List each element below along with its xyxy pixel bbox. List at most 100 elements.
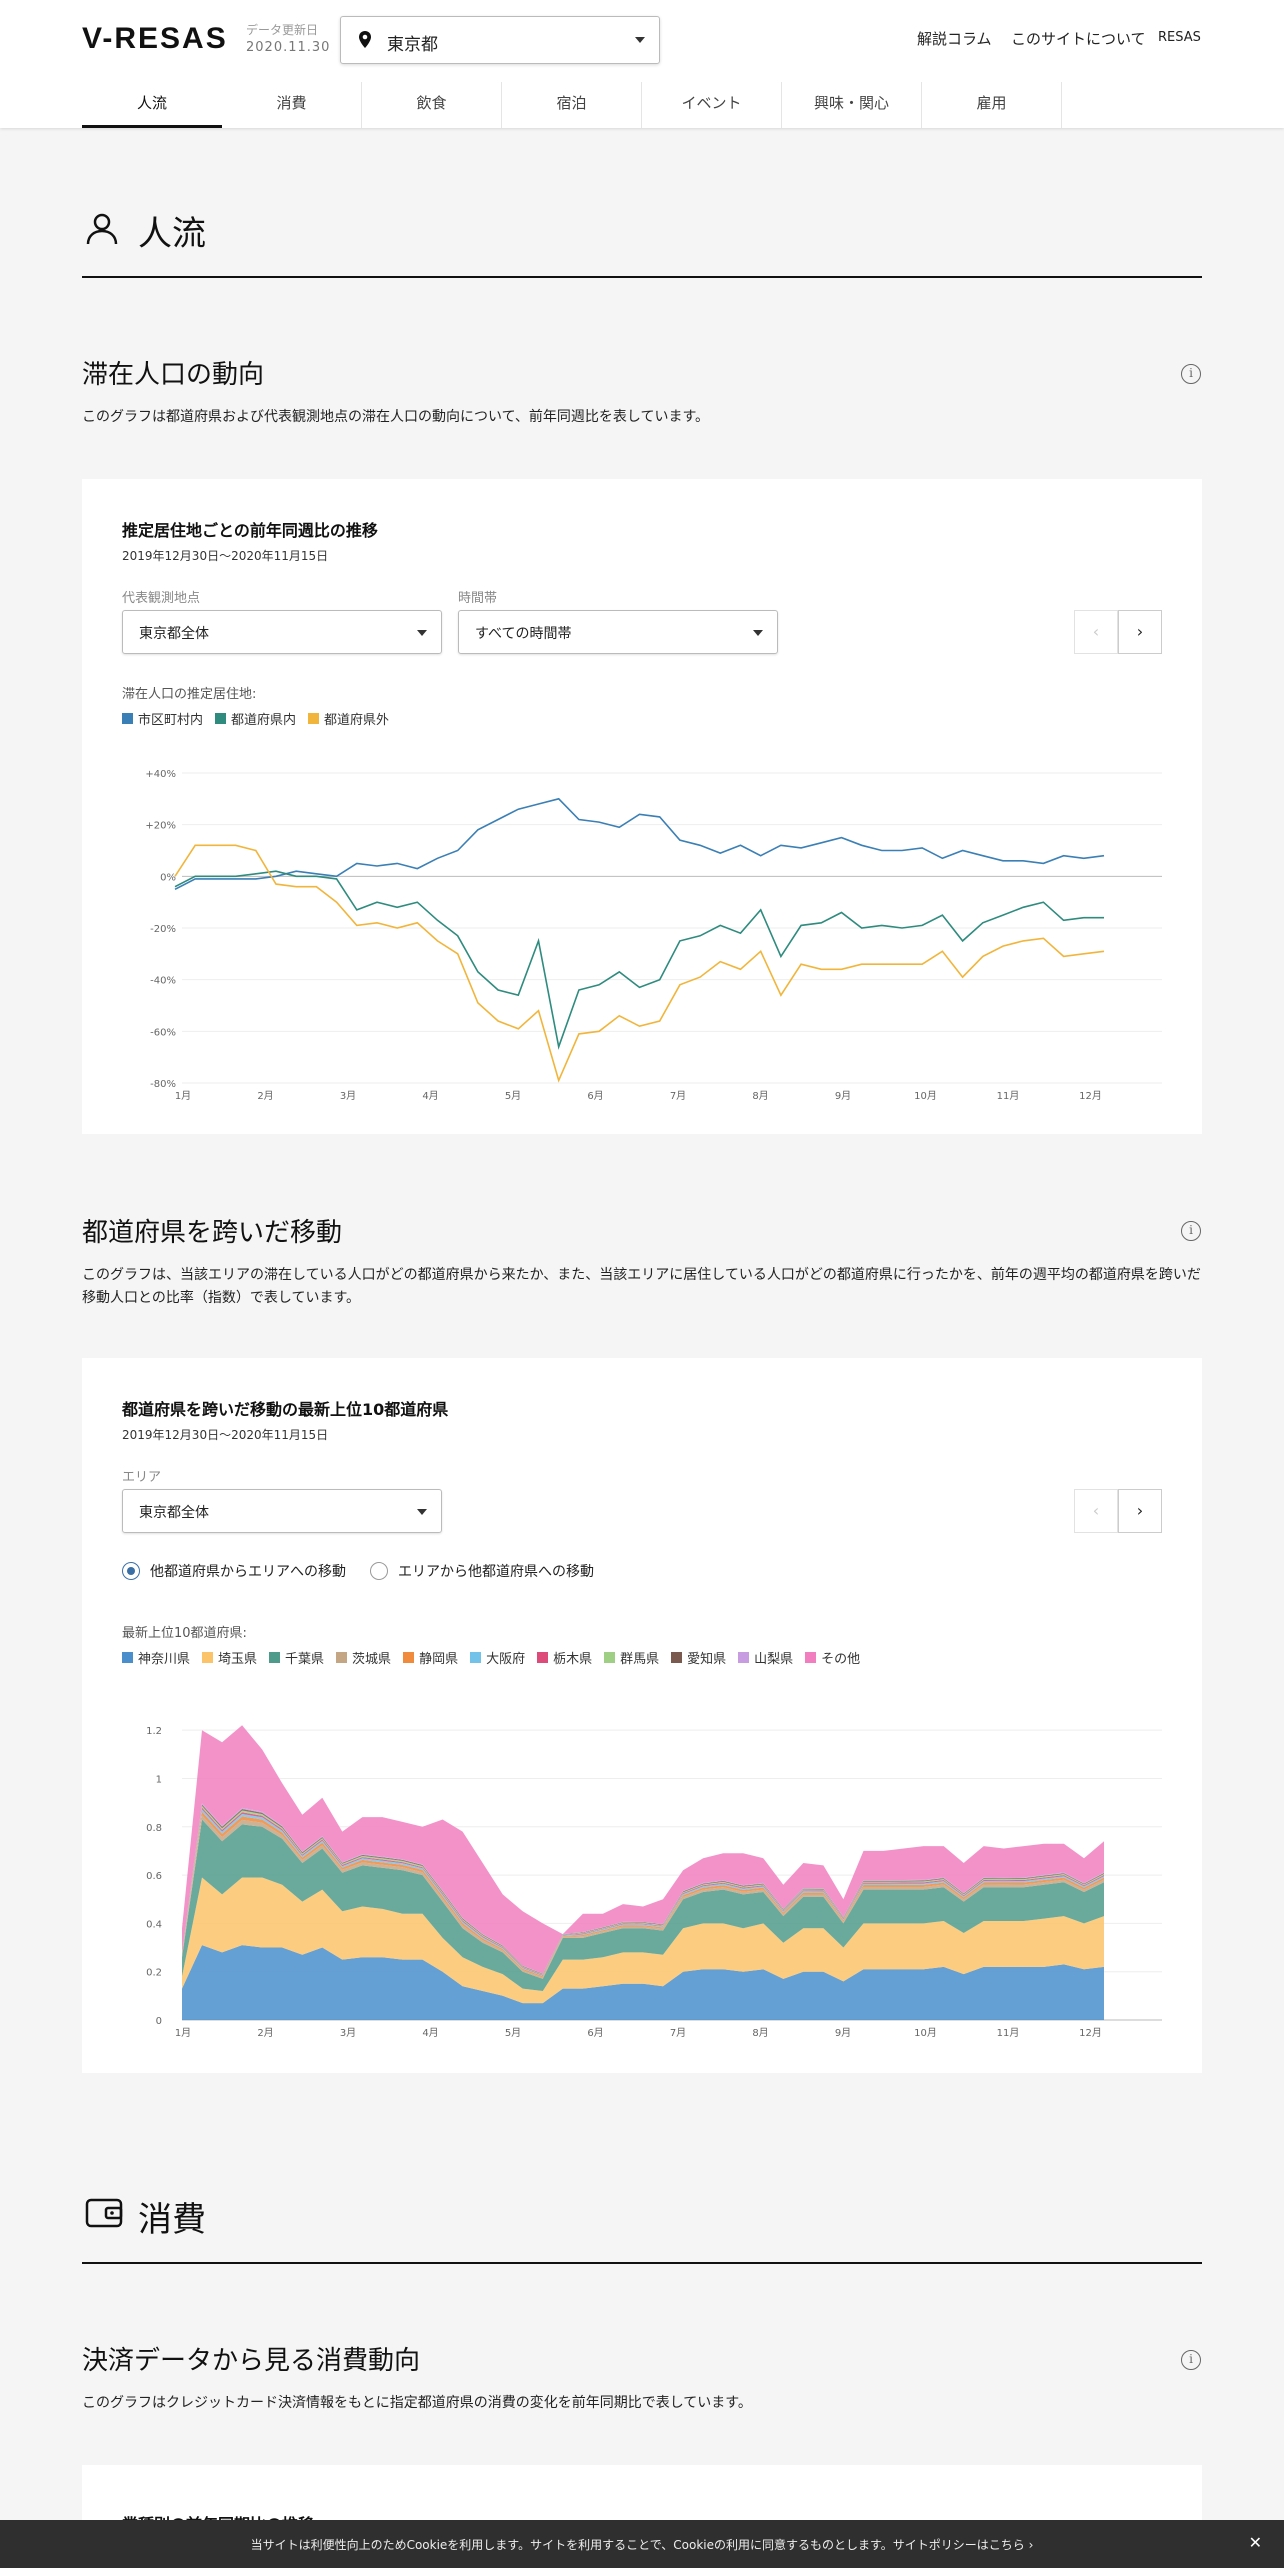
legend-swatch [336,1652,348,1663]
period-nav: ‹ › [1074,610,1162,654]
select-value: すべての時間帯 [475,626,572,642]
legend-label: 神奈川県 [138,1652,191,1667]
tab-lodging[interactable]: 宿泊 [502,82,642,128]
time-band-select[interactable]: すべての時間帯 [458,610,778,654]
legend-swatch [805,1652,817,1663]
legend-label: 群馬県 [620,1652,660,1667]
site-header: V-RESAS データ更新日 2020.11.30 東京都 解説コラム このサイ… [0,0,1284,128]
stacked-area-chart: 0 0.2 0.4 0.6 0.8 1 1.2 1月 2月 3月 4月 5月 6月 7月 8月 9月 10月 11… [146,1725,1162,2039]
legend-label: 埼玉県 [218,1652,258,1667]
tab-interests[interactable]: 興味・関心 [782,82,922,128]
y-tick-label: +40% [145,769,176,780]
legend-item[interactable]: 市区町村内 [122,709,203,728]
nav-column-link[interactable]: 解説コラム [917,28,992,49]
legend-item[interactable]: 埼玉県 [202,1648,257,1667]
legend-label: 市区町村内 [138,713,204,728]
x-tick-label: 2月 [257,1090,273,1102]
time-band-label: 時間帯 [458,591,498,606]
legend-label: 茨城県 [352,1652,392,1667]
section-people-flow: 人流 [82,196,1202,278]
select-value: 東京都全体 [139,626,209,642]
x-tick-label: 7月 [670,2027,686,2039]
radio-outbound[interactable]: エリアから他都道府県への移動 [370,1561,594,1581]
legend-item[interactable]: その他 [805,1648,860,1667]
y-tick-label: -20% [150,924,176,935]
x-tick-label: 3月 [340,2027,356,2039]
next-button[interactable]: › [1118,1489,1162,1533]
section-consumption: 消費 [82,2184,1202,2264]
person-icon [86,213,118,245]
info-icon[interactable]: i [1181,1221,1201,1241]
legend-item[interactable]: 群馬県 [604,1648,659,1667]
legend-label: その他 [821,1652,861,1667]
radio-outbound-indicator [370,1562,388,1580]
nav-resas-link[interactable]: RESAS [1158,30,1201,45]
chart-legend: 神奈川県 埼玉県 千葉県 茨城県 静岡県 大阪府 栃木県 群馬県 愛知県 山梨県 その他 [122,1648,872,1667]
legend-item[interactable]: 千葉県 [269,1648,324,1667]
site-logo[interactable]: V-RESAS [82,22,228,56]
info-icon[interactable]: i [1181,2350,1201,2370]
legend-item[interactable]: 茨城県 [336,1648,391,1667]
tab-dining[interactable]: 飲食 [362,82,502,128]
x-tick-label: 12月 [1079,1090,1102,1102]
tab-events[interactable]: イベント [642,82,782,128]
prefecture-select[interactable]: 東京都 [340,16,660,64]
y-tick-label: 0% [160,872,176,883]
x-tick-label: 5月 [505,1090,521,1102]
legend-item[interactable]: 静岡県 [403,1648,458,1667]
prev-button[interactable]: ‹ [1074,1489,1118,1533]
x-tick-label: 11月 [997,2027,1020,2039]
x-tick-label: 4月 [422,2027,438,2039]
y-tick-label: +20% [145,821,176,832]
caret-down-icon [753,630,763,636]
stay-population-card: 推定居住地ごとの前年同週比の推移 2019年12月30日〜2020年11月15日… [82,479,1202,1134]
update-label: データ更新日 [246,23,319,37]
legend-item[interactable]: 都道府県外 [308,709,389,728]
tab-people-flow[interactable]: 人流 [82,82,222,128]
nav-about-link[interactable]: このサイトについて [1011,28,1146,49]
series-line [174,844,1105,1083]
close-icon[interactable]: ✕ [1249,2533,1262,2552]
legend-item[interactable]: 都道府県内 [215,709,296,728]
select-value: 東京都全体 [139,1505,209,1521]
legend-swatch [215,713,227,724]
x-tick-label: 7月 [670,1090,686,1102]
caret-down-icon [417,630,427,636]
legend-label: 都道府県外 [324,713,390,728]
update-info: データ更新日 2020.11.30 [246,22,330,56]
legend-item[interactable]: 山梨県 [738,1648,793,1667]
legend-item[interactable]: 大阪府 [470,1648,525,1667]
x-tick-label: 10月 [914,1090,937,1102]
x-tick-label: 8月 [752,2027,768,2039]
tab-consumption[interactable]: 消費 [222,82,362,128]
legend-title: 最新上位10都道府県: [122,1626,247,1641]
legend-item[interactable]: 栃木県 [537,1648,592,1667]
prev-button[interactable]: ‹ [1074,610,1118,654]
legend-swatch [122,1652,133,1663]
legend-item[interactable]: 愛知県 [671,1648,726,1667]
legend-item[interactable]: 神奈川県 [122,1648,190,1667]
block-description: このグラフは都道府県および代表観測地点の滞在人口の動向について、前年同週比を表し… [82,409,710,425]
cookie-text[interactable]: 当サイトは利便性向上のためCookieを利用します。サイトを利用することで、Co… [0,2536,1284,2553]
tab-employment[interactable]: 雇用 [922,82,1062,128]
legend-label: 千葉県 [285,1652,325,1667]
legend-label: 愛知県 [687,1652,727,1667]
y-tick-label: 0 [156,2016,162,2027]
radio-inbound[interactable]: 他都道府県からエリアへの移動 [122,1561,346,1581]
y-tick-label: 0.4 [146,1919,162,1930]
x-tick-label: 1月 [175,1090,191,1102]
observation-point-select[interactable]: 東京都全体 [122,610,442,654]
info-icon[interactable]: i [1181,364,1201,384]
legend-title: 滞在人口の推定居住地: [122,687,257,702]
x-tick-label: 2月 [257,2027,273,2039]
legend-label: 都道府県内 [231,713,297,728]
legend-label: 静岡県 [419,1652,459,1667]
legend-swatch [537,1652,549,1663]
location-pin-icon [359,31,371,48]
line-chart: +40% +20% 0% -20% -40% -60% -80%1月 2月 3月 4月 5月 6月 7月… [145,769,1162,1102]
area-select[interactable]: 東京都全体 [122,1489,442,1533]
next-button[interactable]: › [1118,610,1162,654]
prefecture-value: 東京都 [387,35,438,55]
legend-label: 山梨県 [754,1652,794,1667]
legend-label: 大阪府 [486,1652,526,1667]
